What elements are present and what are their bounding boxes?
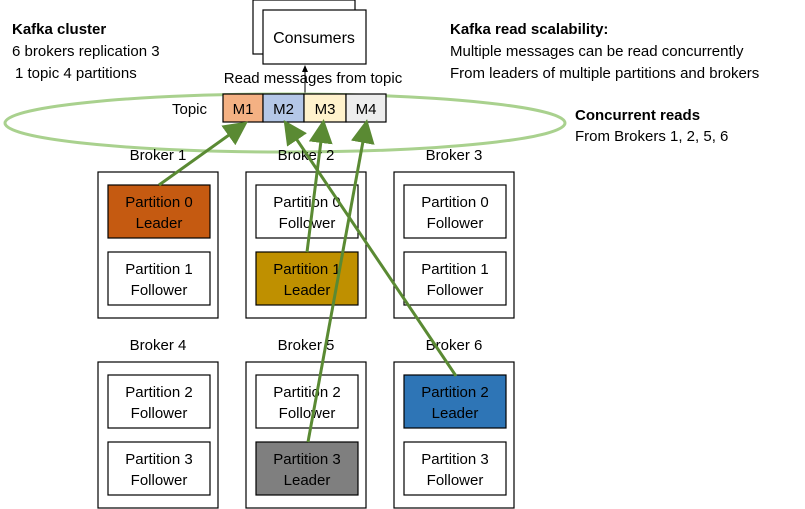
partition-name: Partition 1 <box>421 261 489 278</box>
partition-name: Partition 0 <box>273 194 341 211</box>
broker-5: Broker 5Partition 2FollowerPartition 3Le… <box>245 337 367 509</box>
partition-name: Partition 1 <box>125 261 193 278</box>
read-label: Read messages from topic <box>224 70 403 87</box>
scalability-line2: From leaders of multiple partitions and … <box>450 65 759 82</box>
kafka-diagram: Kafka cluster 6 brokers replication 3 1 … <box>3 0 759 509</box>
broker-label: Broker 4 <box>130 337 187 354</box>
partition-role: Follower <box>427 215 484 232</box>
broker-label: Broker 1 <box>130 147 187 164</box>
partition-role: Follower <box>279 215 336 232</box>
partition-role: Follower <box>131 405 188 422</box>
partition-name: Partition 2 <box>273 384 341 401</box>
partition-role: Leader <box>432 405 479 422</box>
partition-role: Follower <box>131 282 188 299</box>
broker-1: Broker 1 Partition 0 Leader Partition 1 Foll… <box>97 147 219 319</box>
message-label: M4 <box>356 101 377 118</box>
broker-6: Broker 6Partition 2LeaderPartition 3Foll… <box>393 337 515 509</box>
partition-role: Follower <box>427 282 484 299</box>
cluster-title: Kafka cluster <box>12 21 106 38</box>
message-label: M2 <box>273 101 294 118</box>
partition-name: Partition 3 <box>273 451 341 468</box>
message-label: M3 <box>315 101 336 118</box>
partition-role: Follower <box>279 405 336 422</box>
cluster-line1: 6 brokers replication 3 <box>12 43 160 60</box>
scalability-title: Kafka read scalability: <box>450 21 608 38</box>
broker-3: Broker 3 Partition 0 Follower Partition 1 Fo… <box>393 147 515 319</box>
concurrent-line1: From Brokers 1, 2, 5, 6 <box>575 128 728 145</box>
partition-name: Partition 3 <box>421 451 489 468</box>
consumers-label: Consumers <box>273 30 355 47</box>
broker-label: Broker 3 <box>426 147 483 164</box>
cluster-line2: 1 topic 4 partitions <box>15 65 137 82</box>
partition-role: Follower <box>131 472 188 489</box>
scalability-line1: Multiple messages can be read concurrent… <box>450 43 744 60</box>
broker-2: Broker 2Partition 0FollowerPartition 1Le… <box>245 147 367 319</box>
scalability-info: Kafka read scalability: Multiple message… <box>450 21 759 82</box>
concurrent-title: Concurrent reads <box>575 107 700 124</box>
partition-name: Partition 2 <box>421 384 489 401</box>
partition-name: Partition 3 <box>125 451 193 468</box>
partition-name: Partition 2 <box>125 384 193 401</box>
partition-name: Partition 0 <box>125 194 193 211</box>
broker-4: Broker 4 Partition 2 Follower Partition 3 Fo… <box>97 337 219 509</box>
topic-label: Topic <box>172 101 208 118</box>
partition-name: Partition 1 <box>273 261 341 278</box>
partition-role: Follower <box>427 472 484 489</box>
message-label: M1 <box>233 101 254 118</box>
partition-role: Leader <box>284 472 331 489</box>
cluster-info: Kafka cluster 6 brokers replication 3 1 … <box>12 21 160 82</box>
partition-name: Partition 0 <box>421 194 489 211</box>
partition-role: Leader <box>136 215 183 232</box>
partition-role: Leader <box>284 282 331 299</box>
concurrent-info: Concurrent reads From Brokers 1, 2, 5, 6 <box>575 107 728 145</box>
